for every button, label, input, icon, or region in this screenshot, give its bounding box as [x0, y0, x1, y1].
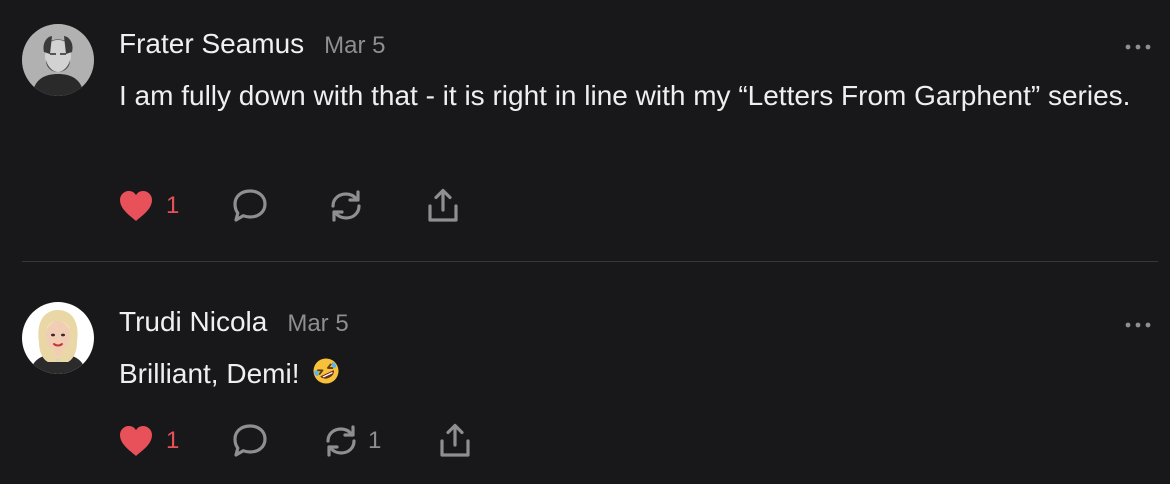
like-count: 1	[166, 427, 180, 454]
comment-actions: 1 1	[0, 421, 1170, 461]
restack-button[interactable]	[327, 186, 373, 226]
comment-header: Frater Seamus Mar 5	[119, 28, 386, 64]
avatar[interactable]	[22, 302, 94, 374]
comment-text: Brilliant, Demi!	[119, 353, 1159, 398]
comment-body: Brilliant, Demi!	[119, 358, 300, 389]
comment-actions: 1	[0, 186, 1170, 226]
comment: Trudi Nicola Mar 5 Brilliant, Demi! 1 1	[0, 262, 1170, 484]
comment-date[interactable]: Mar 5	[324, 32, 385, 60]
like-button[interactable]: 1	[118, 186, 179, 226]
avatar-image	[22, 302, 94, 374]
like-button[interactable]: 1	[118, 421, 179, 461]
comment-body: I am fully down with that - it is right …	[119, 80, 1131, 111]
share-button[interactable]	[424, 186, 462, 226]
reply-button[interactable]	[231, 421, 269, 461]
share-upload-icon	[428, 188, 458, 222]
like-count: 1	[166, 192, 180, 219]
comment-header: Trudi Nicola Mar 5	[119, 306, 349, 342]
share-upload-icon	[440, 423, 470, 457]
reply-button[interactable]	[231, 186, 269, 226]
rolling-on-floor-laughing-icon	[311, 356, 341, 398]
restack-count: 1	[368, 427, 382, 454]
comment-text: I am fully down with that - it is right …	[119, 75, 1159, 117]
avatar-image	[22, 24, 94, 96]
more-dots-icon[interactable]	[1124, 317, 1152, 328]
author-name[interactable]: Trudi Nicola	[119, 306, 267, 338]
share-button[interactable]	[436, 421, 474, 461]
author-name[interactable]: Frater Seamus	[119, 28, 304, 60]
comment-bubble-icon	[233, 189, 267, 222]
more-dots-icon[interactable]	[1124, 39, 1152, 50]
comment-feed: Frater Seamus Mar 5 I am fully down with…	[0, 0, 1170, 484]
heart-icon	[120, 191, 152, 221]
heart-icon	[120, 426, 152, 456]
comment-date[interactable]: Mar 5	[287, 310, 348, 338]
comment: Frater Seamus Mar 5 I am fully down with…	[0, 0, 1170, 262]
restack-button[interactable]: 1	[322, 421, 381, 461]
avatar[interactable]	[22, 24, 94, 96]
restack-arrows-icon	[326, 425, 356, 457]
restack-arrows-icon	[331, 190, 361, 222]
comment-bubble-icon	[233, 424, 267, 457]
